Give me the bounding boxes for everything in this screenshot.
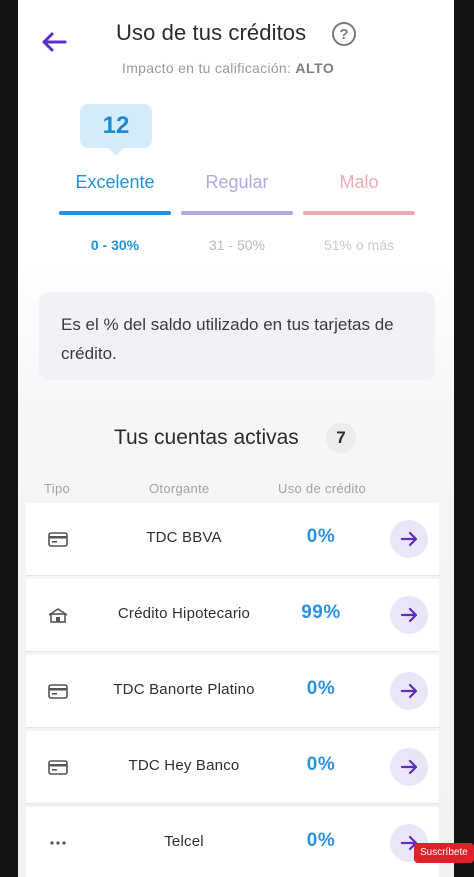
account-row[interactable]: TDC BBVA 0%: [26, 503, 439, 576]
video-letterbox-right: [454, 0, 474, 877]
account-usage: 0%: [306, 678, 336, 699]
account-row[interactable]: TDC Banorte Platino 0%: [26, 655, 439, 728]
video-letterbox-left: [0, 0, 18, 877]
page-title: Uso de tus créditos: [116, 20, 307, 45]
column-header-tipo: Tipo: [44, 481, 71, 496]
credit-card-icon: [46, 679, 70, 703]
account-name: Crédito Hipotecario: [117, 605, 251, 622]
more-dots-icon: [46, 831, 70, 855]
accounts-count-badge: 7: [326, 423, 356, 453]
subscribe-button[interactable]: Suscríbete: [414, 843, 474, 863]
credit-card-icon: [46, 755, 70, 779]
account-name: TDC Banorte Platino: [113, 681, 255, 698]
back-arrow-icon[interactable]: [38, 26, 70, 58]
category-bar-malo: [303, 211, 415, 215]
account-row[interactable]: Crédito Hipotecario 99%: [26, 579, 439, 652]
arrow-right-icon[interactable]: [390, 520, 428, 558]
account-usage: 99%: [301, 602, 341, 623]
score-bubble: 12: [80, 104, 152, 156]
range-excelente: 0 - 30%: [90, 237, 140, 253]
range-regular: 31 - 50%: [208, 237, 266, 253]
category-malo: Malo: [339, 172, 379, 192]
range-malo: 51% o más: [323, 237, 395, 253]
credit-card-icon: [46, 527, 70, 551]
app-screen: Uso de tus créditos ? Impacto en tu cali…: [18, 0, 454, 877]
account-row[interactable]: Telcel 0%: [26, 807, 439, 877]
account-usage: 0%: [306, 754, 336, 775]
house-icon: [46, 603, 70, 627]
account-row[interactable]: TDC Hey Banco 0%: [26, 731, 439, 804]
arrow-right-icon[interactable]: [390, 596, 428, 634]
info-text: Es el % del saldo utilizado en tus tarje…: [61, 315, 394, 363]
category-regular: Regular: [205, 172, 269, 192]
info-box: Es el % del saldo utilizado en tus tarje…: [39, 292, 435, 380]
impact-subtitle: Impacto en tu calificación: ALTO: [122, 60, 334, 76]
help-icon[interactable]: ?: [332, 22, 356, 46]
account-name: TDC BBVA: [146, 529, 222, 546]
impact-label: Impacto en tu calificación:: [122, 60, 292, 76]
accounts-title: Tus cuentas activas: [114, 426, 299, 449]
account-usage: 0%: [306, 526, 336, 547]
impact-value: ALTO: [295, 60, 335, 76]
category-bar-excelente: [59, 211, 171, 215]
column-header-otorgante: Otorgante: [149, 481, 210, 496]
arrow-right-icon[interactable]: [390, 748, 428, 786]
account-usage: 0%: [306, 830, 336, 851]
category-bar-regular: [181, 211, 293, 215]
account-name: TDC Hey Banco: [128, 757, 240, 774]
account-name: Telcel: [164, 833, 204, 850]
category-excelente: Excelente: [75, 172, 155, 192]
column-header-uso: Uso de crédito: [278, 481, 367, 496]
arrow-right-icon[interactable]: [390, 672, 428, 710]
